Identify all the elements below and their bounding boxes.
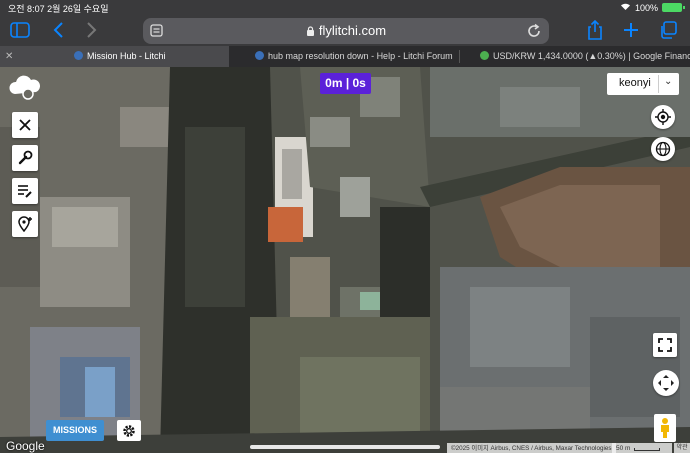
chevron-down-icon: ⌄	[664, 76, 673, 87]
scale-bar	[634, 448, 660, 451]
google-logo: Google	[6, 439, 45, 453]
address-bar[interactable]: flylitchi.com	[143, 18, 549, 44]
pan-control[interactable]	[653, 370, 679, 396]
globe-icon	[655, 141, 671, 157]
tab-mission-hub[interactable]: ✕ Mission Hub - Litchi	[0, 46, 229, 67]
tab-strip: ✕ Mission Hub - Litchi hub map resolutio…	[0, 46, 690, 67]
settings-button[interactable]	[117, 420, 141, 441]
url-text: flylitchi.com	[143, 23, 549, 38]
lock-icon	[306, 26, 314, 36]
litchi-cloud-logo-icon	[9, 75, 40, 100]
tab-title: Mission Hub - Litchi	[87, 51, 166, 61]
scale-label: 50 m	[616, 445, 631, 452]
litchi-favicon-icon	[74, 51, 83, 60]
tab-google-finance[interactable]: USD/KRW 1,434.0000 (▲0.30%) | Google Fin…	[460, 46, 690, 67]
status-right: 100%	[620, 2, 685, 13]
dropdown-divider	[658, 75, 659, 93]
browser-chrome: 오전 8:07 2월 26일 수요일 100% flylitchi.com ✕ …	[0, 0, 690, 67]
street-view-button[interactable]	[654, 414, 676, 442]
forward-icon[interactable]	[80, 18, 104, 42]
gear-icon	[123, 424, 135, 437]
share-icon[interactable]	[583, 18, 607, 42]
battery-percent: 100%	[634, 2, 658, 13]
map-type-button[interactable]	[651, 137, 675, 161]
fullscreen-button[interactable]	[653, 333, 677, 357]
add-poi-button[interactable]	[12, 211, 38, 237]
browser-toolbar: flylitchi.com	[0, 14, 690, 46]
user-name: keonyi	[619, 77, 651, 89]
map-attribution: ©2025 이미지 Airbus, CNES / Airbus, Maxar T…	[447, 443, 616, 453]
missions-button[interactable]: MISSIONS	[46, 420, 104, 441]
home-indicator[interactable]	[250, 445, 440, 449]
status-bar: 오전 8:07 2월 26일 수요일 100%	[0, 0, 690, 14]
mission-list-button[interactable]	[12, 178, 38, 204]
satellite-map[interactable]: 0m | 0s keonyi ⌄ MISSIONS Google ©2025 이…	[0, 67, 690, 453]
wrench-icon	[18, 150, 33, 165]
tab-close-icon[interactable]: ✕	[5, 46, 13, 67]
wifi-icon	[620, 2, 631, 13]
new-tab-icon[interactable]	[619, 18, 643, 42]
tabs-overview-icon[interactable]	[656, 18, 680, 42]
tools-button[interactable]	[12, 145, 38, 171]
terms-link[interactable]: 약관	[674, 443, 690, 453]
tab-title: hub map resolution down - Help - Litchi …	[268, 51, 453, 61]
locate-me-button[interactable]	[651, 105, 675, 129]
add-location-icon	[18, 216, 32, 232]
satellite-imagery	[0, 67, 690, 453]
sidebar-toggle-icon[interactable]	[8, 18, 32, 42]
url-value: flylitchi.com	[318, 23, 387, 38]
litchi-favicon-icon	[255, 51, 264, 60]
litchi-logo[interactable]	[8, 72, 42, 102]
mission-timer: 0m | 0s	[320, 73, 371, 94]
edit-list-icon	[18, 185, 32, 198]
user-dropdown[interactable]: keonyi ⌄	[607, 73, 679, 95]
pegman-icon	[661, 418, 669, 438]
tab-title: USD/KRW 1,434.0000 (▲0.30%) | Google Fin…	[493, 51, 690, 61]
battery-icon	[662, 3, 685, 12]
close-button[interactable]	[12, 112, 38, 138]
reload-icon[interactable]	[526, 23, 542, 39]
my-location-icon	[655, 109, 671, 125]
tab-litchi-forum[interactable]: hub map resolution down - Help - Litchi …	[229, 46, 459, 67]
google-finance-favicon-icon	[480, 51, 489, 60]
close-icon	[19, 119, 31, 131]
map-scale[interactable]: 50 m	[612, 443, 672, 453]
move-icon	[658, 375, 674, 391]
fullscreen-icon	[658, 338, 672, 352]
back-icon[interactable]	[46, 18, 70, 42]
